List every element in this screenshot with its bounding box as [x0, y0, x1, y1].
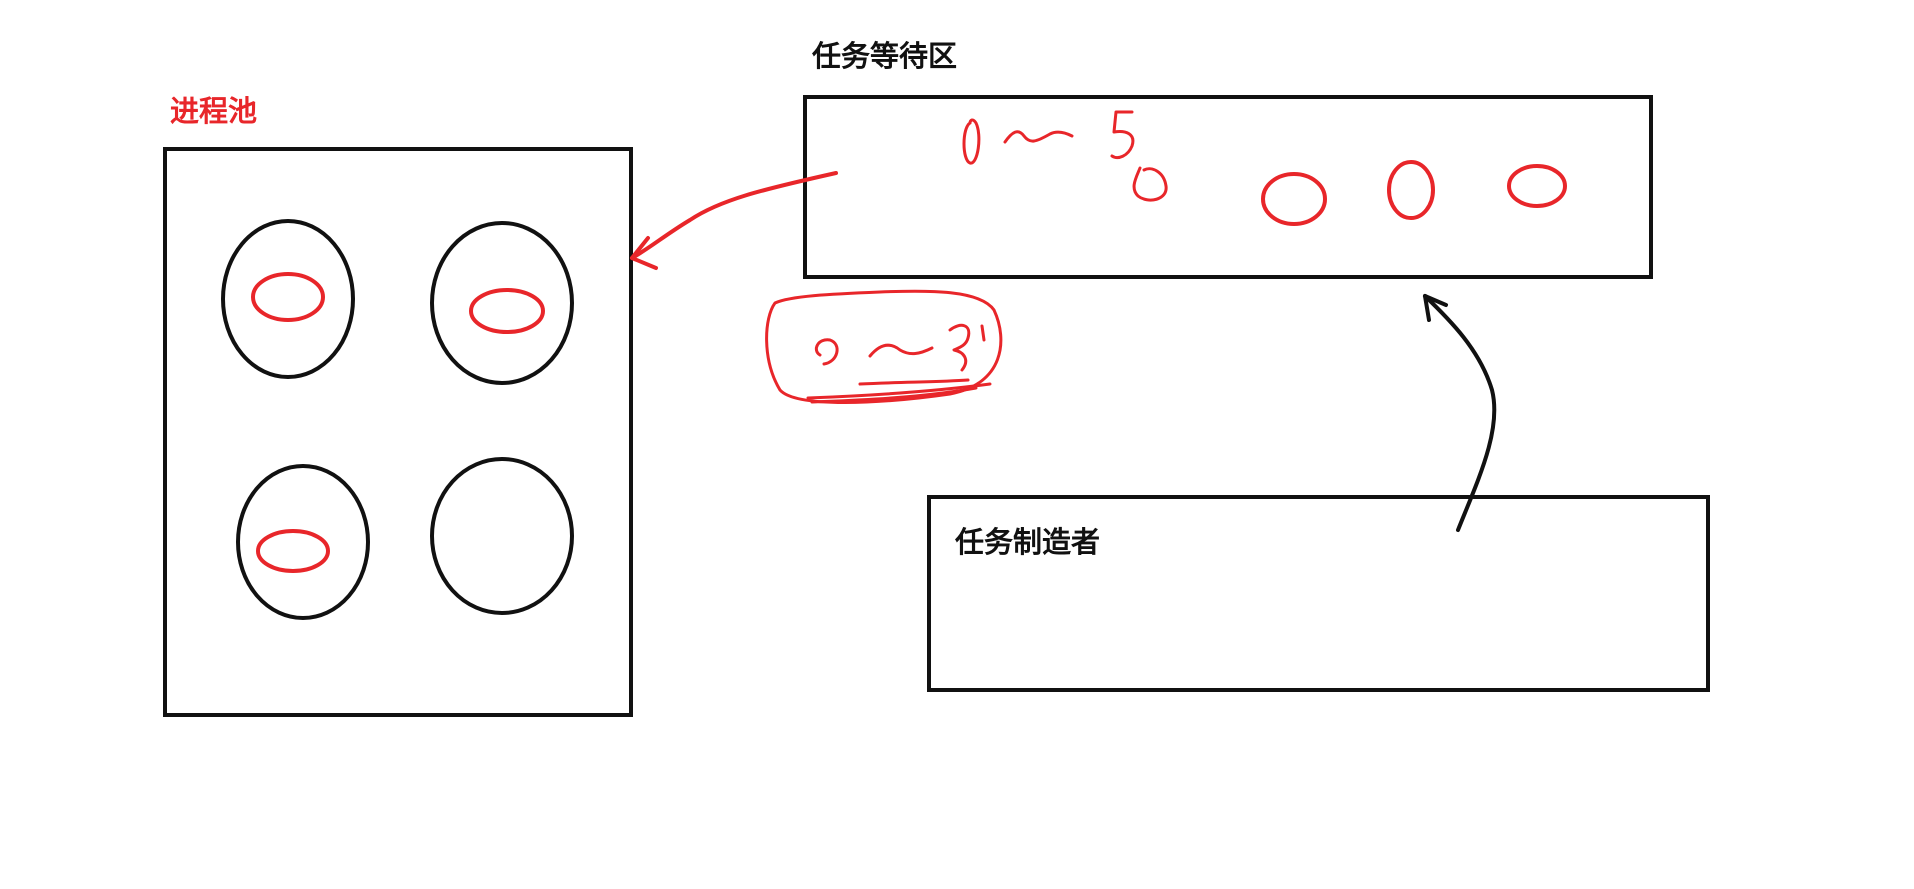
process-pool-label: 进程池	[170, 94, 258, 128]
queued-task	[1261, 172, 1327, 226]
task-queue-label: 任务等待区	[812, 39, 958, 73]
diagram-canvas	[163, 95, 1710, 717]
worker-slot	[236, 464, 370, 620]
running-task	[469, 288, 545, 334]
worker-slot	[430, 457, 574, 615]
task-producer-label: 任务制造者	[955, 525, 1101, 559]
process-pool-box	[163, 147, 633, 717]
worker-slot	[221, 219, 355, 379]
task-queue-box	[803, 95, 1653, 279]
queued-task	[1507, 164, 1567, 208]
pool-range-scribble	[765, 289, 1003, 404]
running-task	[256, 529, 330, 573]
queued-task	[1387, 160, 1435, 220]
producer-to-queue-arrow	[1423, 294, 1497, 532]
queue-range-scribble	[962, 110, 1168, 202]
worker-slot	[430, 221, 574, 385]
running-task	[251, 272, 325, 322]
